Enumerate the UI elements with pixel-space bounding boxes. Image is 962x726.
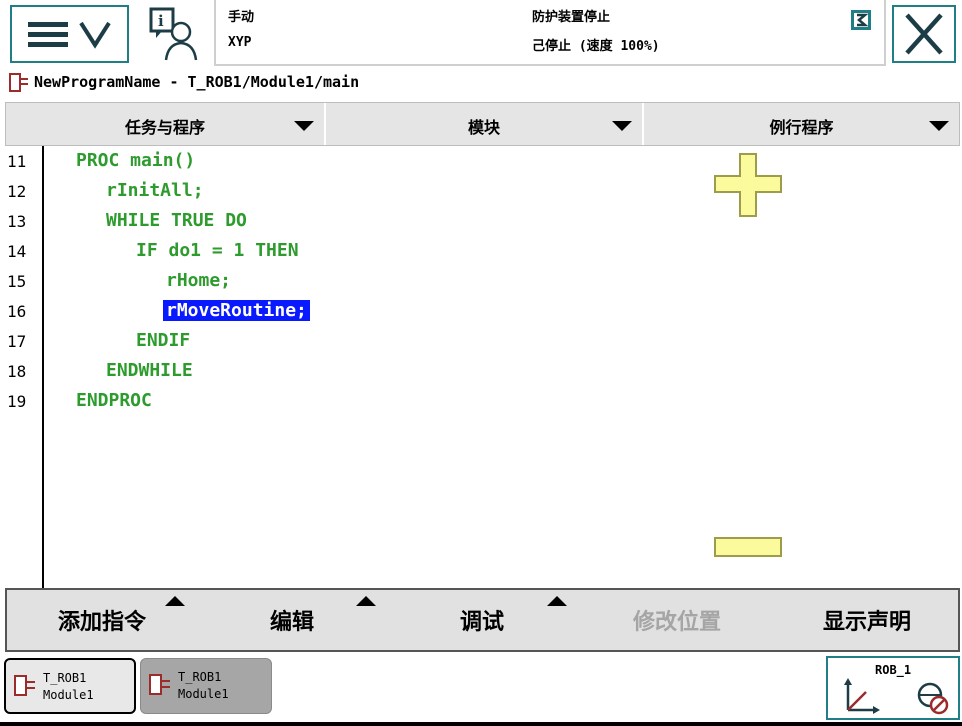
taskbar-program-editor[interactable]: T_ROB1 Module1 (140, 658, 272, 714)
routines-dropdown[interactable]: 例行程序 (644, 103, 959, 145)
line-number: 19 (7, 392, 27, 411)
line-number: 16 (7, 302, 27, 321)
taskbar-program-editor-active[interactable]: T_ROB1 Module1 (4, 658, 136, 714)
command-label: 添加指令 (57, 610, 146, 635)
command-label: 调试 (459, 610, 504, 635)
line-number-gutter: 11 12 13 14 15 16 17 18 19 (5, 146, 44, 588)
edit-button[interactable]: 编辑 (197, 590, 387, 650)
show-declaration-button[interactable]: 显示声明 (772, 590, 962, 650)
plus-icon (714, 153, 782, 217)
incremental-off-icon (917, 682, 949, 715)
caret-down-icon (612, 121, 632, 131)
caret-up-icon (356, 596, 376, 606)
caret-up-icon (547, 596, 567, 606)
line-number: 14 (7, 242, 27, 261)
modules-dropdown[interactable]: 模块 (326, 103, 644, 145)
program-editor-icon (149, 674, 170, 695)
operation-mode: 手动 (228, 10, 255, 25)
minus-icon (714, 537, 782, 557)
selector-label: 模块 (467, 118, 500, 137)
line-number: 12 (7, 182, 27, 201)
zoom-in-button[interactable] (713, 152, 783, 218)
breadcrumb-text: NewProgramName - T_ROB1/Module1/main (34, 73, 360, 91)
program-editor-icon (14, 675, 35, 696)
add-instruction-button[interactable]: 添加指令 (7, 590, 197, 650)
command-bar: 添加指令 编辑 调试 修改位置 显示声明 (5, 588, 960, 652)
event-log-icon[interactable]: i (148, 6, 206, 62)
code-line[interactable]: ENDWHILE (106, 360, 193, 381)
robot-unit-label: ROB_1 (875, 663, 912, 677)
code-line[interactable]: ENDPROC (76, 390, 152, 411)
code-line[interactable]: PROC main() (76, 150, 195, 171)
code-editor[interactable]: 11 12 13 14 15 16 17 18 19 PROC main() rInitAll; W… (5, 146, 960, 588)
safety-state: 防护装置停止 (532, 10, 611, 25)
line-number: 17 (7, 332, 27, 351)
controller-name: XYP (228, 35, 252, 50)
code-line[interactable]: WHILE TRUE DO (106, 210, 247, 231)
caret-down-icon (929, 121, 949, 131)
line-number: 18 (7, 362, 27, 381)
code-line[interactable]: ENDIF (136, 330, 190, 351)
bottom-border (0, 722, 962, 726)
selector-label: 例行程序 (769, 118, 834, 137)
line-number: 11 (7, 152, 27, 171)
main-menu-button[interactable] (10, 5, 129, 63)
caret-up-icon (165, 596, 185, 606)
code-line[interactable]: rInitAll; (106, 180, 204, 201)
code-line[interactable]: IF do1 = 1 THEN (136, 240, 299, 261)
task-bar: T_ROB1 Module1 T_ROB1 Module1 (0, 654, 962, 726)
command-label: 修改位置 (632, 610, 721, 635)
command-label: 显示声明 (822, 610, 911, 635)
program-editor-icon (9, 73, 28, 92)
status-panel[interactable]: 手动 XYP 防护装置停止 己停止 (速度 100%) (214, 0, 886, 66)
task-name: T_ROB1 (178, 670, 222, 684)
breadcrumb: NewProgramName - T_ROB1/Module1/main (8, 72, 908, 96)
quickset-robot-button[interactable]: ROB_1 (826, 656, 960, 720)
motor-state-icon (851, 10, 871, 30)
run-state: 己停止 (速度 100%) (532, 39, 660, 54)
close-icon (905, 13, 943, 55)
modify-position-button[interactable]: 修改位置 (582, 590, 772, 650)
coordinate-system-icon (844, 678, 880, 714)
command-label: 编辑 (269, 610, 314, 635)
code-line[interactable]: rHome; (166, 270, 231, 291)
task-module: Module1 (178, 687, 229, 701)
selector-bar: 任务与程序 模块 例行程序 (5, 102, 960, 146)
close-button[interactable] (892, 5, 956, 63)
svg-text:i: i (158, 12, 164, 30)
selector-label: 任务与程序 (124, 118, 205, 137)
task-module: Module1 (43, 688, 94, 702)
tasks-programs-dropdown[interactable]: 任务与程序 (6, 103, 326, 145)
debug-button[interactable]: 调试 (387, 590, 577, 650)
task-name: T_ROB1 (43, 671, 87, 685)
code-line-selected[interactable]: rMoveRoutine; (163, 300, 310, 321)
menu-icon (28, 21, 111, 49)
zoom-out-button[interactable] (713, 535, 783, 561)
caret-down-icon (294, 121, 314, 131)
line-number: 13 (7, 212, 27, 231)
line-number: 15 (7, 272, 27, 291)
